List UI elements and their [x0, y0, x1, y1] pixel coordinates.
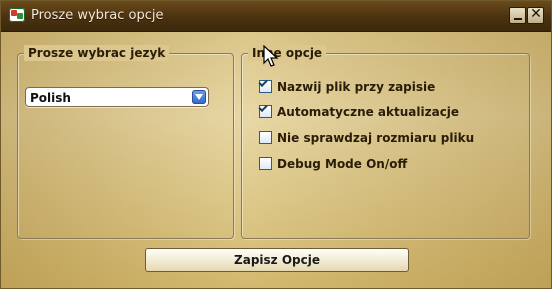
checkbox-label: Nie sprawdzaj rozmiaru pliku [277, 131, 475, 145]
options-window: Prosze wybrac opcje ✕ Prosze wybrac jezy… [0, 0, 552, 289]
mouse-cursor-icon [263, 45, 279, 67]
save-options-button[interactable]: Zapisz Opcje [145, 248, 409, 272]
language-select[interactable]: Polish [25, 87, 209, 107]
app-icon [9, 8, 25, 22]
close-icon: ✕ [530, 6, 542, 22]
language-select-value: Polish [30, 91, 71, 105]
checkbox-label: Debug Mode On/off [277, 157, 408, 171]
close-button[interactable]: ✕ [527, 6, 544, 24]
dropdown-button[interactable] [192, 90, 206, 104]
minimize-button[interactable] [509, 7, 526, 24]
checkbox[interactable] [259, 105, 272, 118]
window-title: Prosze wybrac opcje [31, 8, 164, 23]
checkbox[interactable] [259, 80, 272, 93]
options-group-legend: Inne opcje [248, 45, 327, 61]
minimize-icon [514, 18, 522, 20]
checkbox-label: Nazwij plik przy zapisie [277, 80, 436, 94]
language-groupbox: Prosze wybrac jezyk [17, 45, 234, 239]
language-group-legend: Prosze wybrac jezyk [24, 45, 170, 61]
chevron-down-icon [195, 94, 203, 100]
app-icon-part [17, 13, 23, 19]
checkbox[interactable] [259, 131, 272, 144]
title-bar[interactable]: Prosze wybrac opcje ✕ [1, 1, 551, 32]
checkbox-label: Automatyczne aktualizacje [277, 105, 460, 119]
checkbox[interactable] [259, 157, 272, 170]
